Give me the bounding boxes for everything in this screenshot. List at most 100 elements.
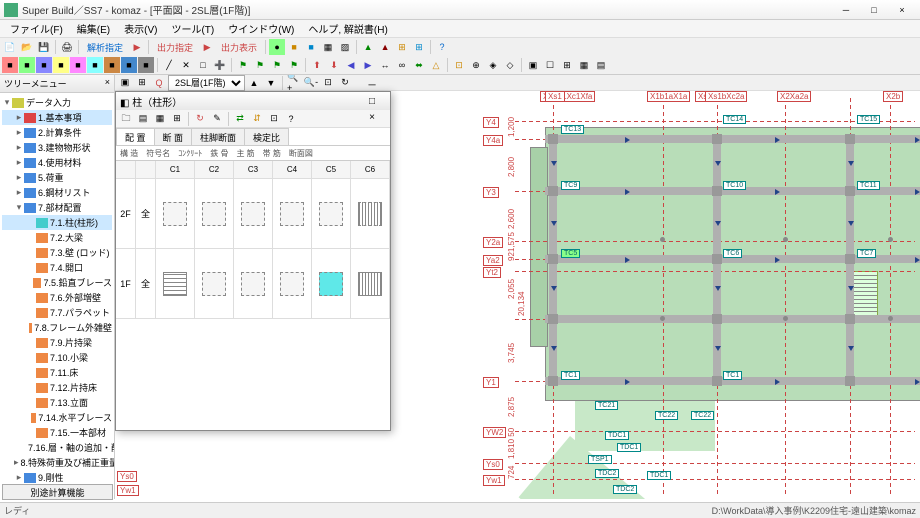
cwt-10-icon[interactable]: ? [283,111,299,127]
tb-open-icon[interactable]: 📂 [19,39,35,55]
cw-tab-base[interactable]: 柱脚断面 [191,128,245,145]
cwt-3-icon[interactable]: ▦ [152,111,168,127]
tb2-cross-icon[interactable]: ✕ [178,57,194,73]
ct-fit-icon[interactable]: ⊡ [320,75,336,91]
tree-item-23[interactable]: ▸8.特殊荷重及び補正重量 [2,455,112,470]
extra-calc-button[interactable]: 別途計算機能 [2,484,113,500]
cwt-9-icon[interactable]: ⊡ [266,111,282,127]
tree-item-16[interactable]: 7.10.小梁 [2,350,112,365]
tb-outshow-label[interactable]: 出力表示 [216,39,262,55]
cwt-5-icon[interactable]: ↻ [192,111,208,127]
close-button[interactable]: × [888,2,916,18]
cw-2f-c2[interactable] [195,179,234,249]
tb2-f2-icon[interactable]: ⚑ [252,57,268,73]
tb-a1-icon[interactable]: ▲ [360,39,376,55]
tb2-8-icon[interactable]: ■ [121,57,137,73]
cw-1f-c2[interactable] [195,249,234,319]
tb-g3-icon[interactable]: ■ [303,39,319,55]
tb-a4-icon[interactable]: ⊞ [411,39,427,55]
tb-help-icon[interactable]: ? [434,39,450,55]
tb2-c2-icon[interactable]: ⊕ [468,57,484,73]
cw-1f-c6[interactable] [351,249,390,319]
tb2-v4-icon[interactable]: ▦ [576,57,592,73]
cw-col-c5[interactable]: C5 [312,161,351,179]
cw-tab-layout[interactable]: 配 置 [116,128,155,145]
tb-outrun-icon[interactable]: ▶ [199,39,215,55]
tb-g4-icon[interactable]: ▦ [320,39,336,55]
tb2-s4-icon[interactable]: ▶ [360,57,376,73]
tb2-6-icon[interactable]: ■ [87,57,103,73]
tree-panel[interactable]: ツリーメニュー× ▾データ入力▸1.基本事項▸2.計算条件▸3.建物物形状▸4.… [0,75,115,499]
tb2-c4-icon[interactable]: ◇ [502,57,518,73]
cw-2f-c1[interactable] [156,179,195,249]
tb2-1-icon[interactable]: ■ [2,57,18,73]
tb2-7-icon[interactable]: ■ [104,57,120,73]
tb-g2-icon[interactable]: ■ [286,39,302,55]
cw-col-c1[interactable]: C1 [156,161,195,179]
tb2-s2-icon[interactable]: ⬇ [326,57,342,73]
ct-3-icon[interactable]: Q [151,75,167,91]
cw-max-icon[interactable]: □ [358,93,386,109]
cw-col-c2[interactable]: C2 [195,161,234,179]
tb-a3-icon[interactable]: ⊞ [394,39,410,55]
tree-close-icon[interactable]: × [105,77,110,90]
tb2-5-icon[interactable]: ■ [70,57,86,73]
minimize-button[interactable]: ─ [832,2,860,18]
cw-2f-c5[interactable] [312,179,351,249]
tb2-f4-icon[interactable]: ⚑ [286,57,302,73]
tree-item-6[interactable]: ▾7.部材配置 [2,200,112,215]
tb2-2-icon[interactable]: ■ [19,57,35,73]
tb2-v2-icon[interactable]: ☐ [542,57,558,73]
cw-1f-c5[interactable] [312,249,351,319]
menu-file[interactable]: ファイル(F) [4,19,69,38]
tree-item-15[interactable]: 7.9.片持梁 [2,335,112,350]
tree-item-1[interactable]: ▸2.計算条件 [2,125,112,140]
maximize-button[interactable]: □ [860,2,888,18]
cw-2f-c3[interactable] [234,179,273,249]
tb-new-icon[interactable]: 📄 [2,39,18,55]
tree-item-22[interactable]: 7.16.層・軸の追加・削除 [2,440,112,455]
cw-1f-c1[interactable] [156,249,195,319]
cwt-1-icon[interactable]: 🗀 [118,111,134,127]
menu-edit[interactable]: 編集(E) [71,19,116,38]
ct-ref-icon[interactable]: ↻ [337,75,353,91]
cw-col-c4[interactable]: C4 [273,161,312,179]
cw-1f-c4[interactable] [273,249,312,319]
tb2-s6-icon[interactable]: ∞ [394,57,410,73]
tree-item-18[interactable]: 7.12.片持床 [2,380,112,395]
cw-tab-ratio[interactable]: 検定比 [244,128,289,145]
tb-output-label[interactable]: 出力指定 [152,39,198,55]
tree-item-0[interactable]: ▸1.基本事項 [2,110,112,125]
tb2-v5-icon[interactable]: ▤ [593,57,609,73]
cw-2f-c6[interactable] [351,179,390,249]
tb2-v3-icon[interactable]: ⊞ [559,57,575,73]
column-config-window[interactable]: ◧ 柱（柱形） ─□× 🗀 ▤ ▦ ⊞ ↻ ✎ ⇄ ⇵ ⊡ ? 配 置 断 面 … [115,91,391,431]
tb2-box-icon[interactable]: □ [195,57,211,73]
tree-item-4[interactable]: ▸5.荷重 [2,170,112,185]
tb2-3-icon[interactable]: ■ [36,57,52,73]
menu-help[interactable]: ヘルプ, 解説書(H) [302,19,393,38]
cw-1f-c3[interactable] [234,249,273,319]
tb2-add-icon[interactable]: ➕ [212,57,228,73]
tb2-s7-icon[interactable]: ⬌ [411,57,427,73]
tb-g5-icon[interactable]: ▨ [337,39,353,55]
tb2-line-icon[interactable]: ╱ [161,57,177,73]
tree-root[interactable]: ▾データ入力 [2,95,112,110]
cw-row-1f[interactable]: 1F [116,249,136,319]
cwt-8-icon[interactable]: ⇵ [249,111,265,127]
tb2-s1-icon[interactable]: ⬆ [309,57,325,73]
floor-selector[interactable]: 2SL層(1F階) [168,75,245,91]
tree-item-8[interactable]: 7.2.大梁 [2,230,112,245]
cw-col-c6[interactable]: C6 [351,161,390,179]
tree-item-10[interactable]: 7.4.開口 [2,260,112,275]
tb2-c3-icon[interactable]: ◈ [485,57,501,73]
ct-zin-icon[interactable]: 🔍+ [286,75,302,91]
tree-item-17[interactable]: 7.11.床 [2,365,112,380]
cw-close-icon[interactable]: × [358,109,386,125]
tb-analysis-label[interactable]: 解析指定 [82,39,128,55]
floor-plan-drawing[interactable]: X1Xs1Xc1Xfa Xs1BXc2 X1A2a X2b X3a X4 Xs1… [395,91,920,499]
tb-a2-icon[interactable]: ▲ [377,39,393,55]
cwt-7-icon[interactable]: ⇄ [232,111,248,127]
cwt-2-icon[interactable]: ▤ [135,111,151,127]
tb-g1-icon[interactable]: ● [269,39,285,55]
